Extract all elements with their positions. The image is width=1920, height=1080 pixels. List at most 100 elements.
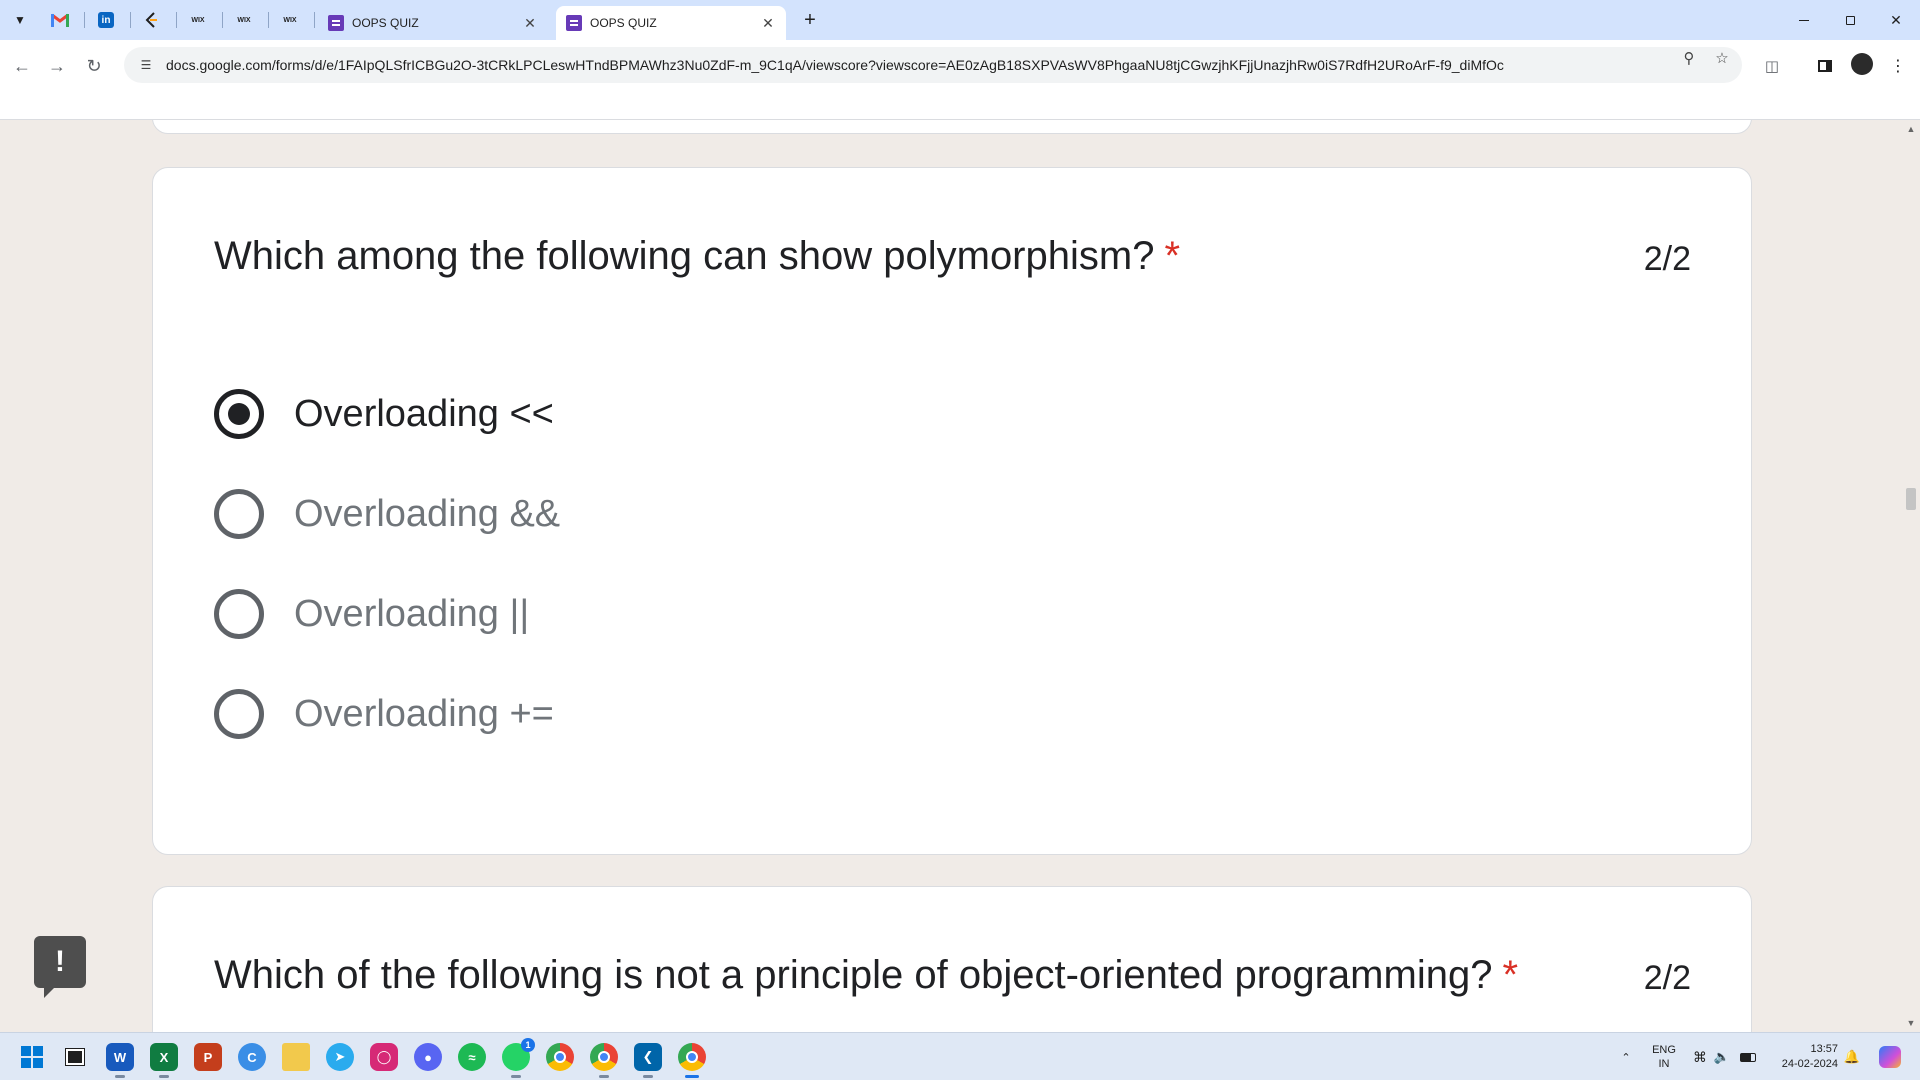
gmail-icon [51,13,69,27]
extensions-button[interactable]: ◫ [1756,50,1788,82]
linkedin-icon: in [98,12,114,28]
edge-c-icon[interactable]: C [238,1043,266,1071]
tab-divider [176,12,177,28]
arrow-left-icon: ← [13,55,31,76]
required-asterisk: * [1502,953,1519,997]
wifi-icon[interactable]: ⌘ [1690,1033,1710,1080]
google-forms-icon [328,15,344,31]
question-title: Which of the following is not a principl… [214,953,1518,998]
window-close-button[interactable]: ✕ [1873,0,1919,40]
minimize-button[interactable] [1781,0,1827,40]
restore-button[interactable] [1827,0,1873,40]
chrome-profile-icon[interactable] [590,1043,618,1078]
url-text[interactable]: docs.google.com/forms/d/e/1FAIpQLSfrICBG… [166,57,1742,73]
tab-divider [314,12,315,28]
close-icon: ✕ [1890,11,1902,28]
tab-title: OOPS QUIZ [590,16,657,30]
scroll-up-arrow-icon[interactable]: ▲ [1906,124,1916,134]
back-button[interactable]: ← [6,50,38,82]
question-card: Which among the following can show polym… [152,167,1752,855]
reload-button[interactable]: ↻ [78,50,110,82]
required-asterisk: * [1164,234,1181,278]
address-bar[interactable]: ☰ docs.google.com/forms/d/e/1FAIpQLSfrIC… [124,47,1742,83]
clock-time: 13:57 [1810,1043,1838,1055]
option-overloading-plus-equals[interactable]: Overloading += [214,684,554,744]
option-overloading-and[interactable]: Overloading && [214,484,560,544]
bookmark-star-icon[interactable]: ☆ [1712,48,1732,68]
option-label: Overloading && [294,492,561,535]
show-hidden-icons-chevron-icon[interactable]: ⌃ [1614,1033,1638,1080]
option-label: Overloading += [294,692,554,735]
close-icon[interactable]: ✕ [760,15,776,32]
arrow-right-icon: → [48,55,66,76]
tab-divider [84,12,85,28]
site-info-icon[interactable]: ☰ [136,55,156,75]
google-forms-icon [566,15,582,31]
side-panel-icon [1818,60,1832,72]
pinned-tab-gmail[interactable] [40,6,80,34]
copilot-icon[interactable] [1876,1033,1904,1080]
excel-icon[interactable]: X [150,1043,178,1078]
radio-button[interactable] [214,689,264,739]
tab-oops-quiz-2[interactable]: OOPS QUIZ ✕ [556,6,786,40]
minimize-icon [1799,19,1809,21]
scrollbar-thumb[interactable] [1906,488,1916,510]
question-text: Which among the following can show polym… [214,234,1155,278]
chrome-icon[interactable] [546,1043,574,1071]
pinned-tab-linkedin[interactable]: in [86,6,126,34]
volume-icon[interactable]: 🔈 [1712,1033,1732,1080]
new-tab-button[interactable]: + [796,8,824,32]
clock-date: 24-02-2024 [1781,1058,1838,1070]
instagram-icon[interactable]: ◯ [370,1043,398,1071]
radio-button-checked[interactable] [214,389,264,439]
question-score: 2/2 [1643,240,1691,278]
language-indicator[interactable]: ENG IN [1648,1033,1680,1080]
pinned-tab-wix-1[interactable]: WIX [178,6,218,34]
option-overloading-shift[interactable]: Overloading << [214,384,554,444]
puzzle-icon: ◫ [1764,58,1780,75]
notification-badge: 1 [521,1038,535,1052]
tab-search-button[interactable]: ▼ [8,8,32,32]
side-panel-button[interactable] [1809,50,1841,82]
system-clock[interactable]: 13:57 24-02-2024 [1774,1042,1838,1072]
option-overloading-or[interactable]: Overloading || [214,584,529,644]
pinned-tab-leetcode[interactable] [132,6,172,34]
leetcode-icon [145,12,157,28]
spotify-icon[interactable]: ≈ [458,1043,486,1071]
pinned-tab-wix-3[interactable]: WIX [270,6,310,34]
radio-button[interactable] [214,589,264,639]
vscode-icon[interactable]: ❮ [634,1043,662,1078]
form-page: Which among the following can show polym… [0,120,1920,1032]
notification-bell-icon[interactable]: 🔔 [1842,1033,1862,1080]
forward-button[interactable]: → [41,50,73,82]
radio-button[interactable] [214,489,264,539]
discord-icon[interactable]: ● [414,1043,442,1071]
profile-avatar[interactable] [1851,53,1873,75]
feedback-button[interactable]: ! [34,936,86,998]
browser-toolbar: ← → ↻ ☰ docs.google.com/forms/d/e/1FAIpQ… [0,40,1920,120]
battery-icon[interactable] [1736,1033,1760,1080]
tab-oops-quiz-1[interactable]: OOPS QUIZ ✕ [318,6,548,40]
chrome-active-icon[interactable] [678,1043,706,1078]
zoom-icon[interactable]: ⚲ [1679,48,1699,68]
pinned-tab-wix-2[interactable]: WIX [224,6,264,34]
tab-divider [130,12,131,28]
telegram-icon[interactable]: ➤ [326,1043,354,1071]
menu-button[interactable]: ⋮ [1882,50,1914,82]
close-icon[interactable]: ✕ [522,15,538,32]
word-icon[interactable]: W [106,1043,134,1078]
scroll-down-arrow-icon[interactable]: ▼ [1906,1018,1916,1028]
restore-icon [1845,15,1855,25]
kebab-menu-icon: ⋮ [1890,58,1906,75]
powerpoint-icon[interactable]: P [194,1043,222,1071]
task-view-icon[interactable] [61,1043,89,1071]
chevron-down-icon: ▼ [14,13,26,27]
whatsapp-icon[interactable]: 1 [502,1038,535,1078]
windows-start-icon[interactable] [18,1043,46,1071]
folder-icon[interactable] [282,1043,310,1071]
question-title: Which among the following can show polym… [214,234,1180,279]
question-score: 2/2 [1643,959,1691,997]
page-scrollbar[interactable]: ▲ ▼ [1902,120,1920,1032]
language-line1: ENG [1652,1044,1676,1056]
question-text: Which of the following is not a principl… [214,953,1493,997]
